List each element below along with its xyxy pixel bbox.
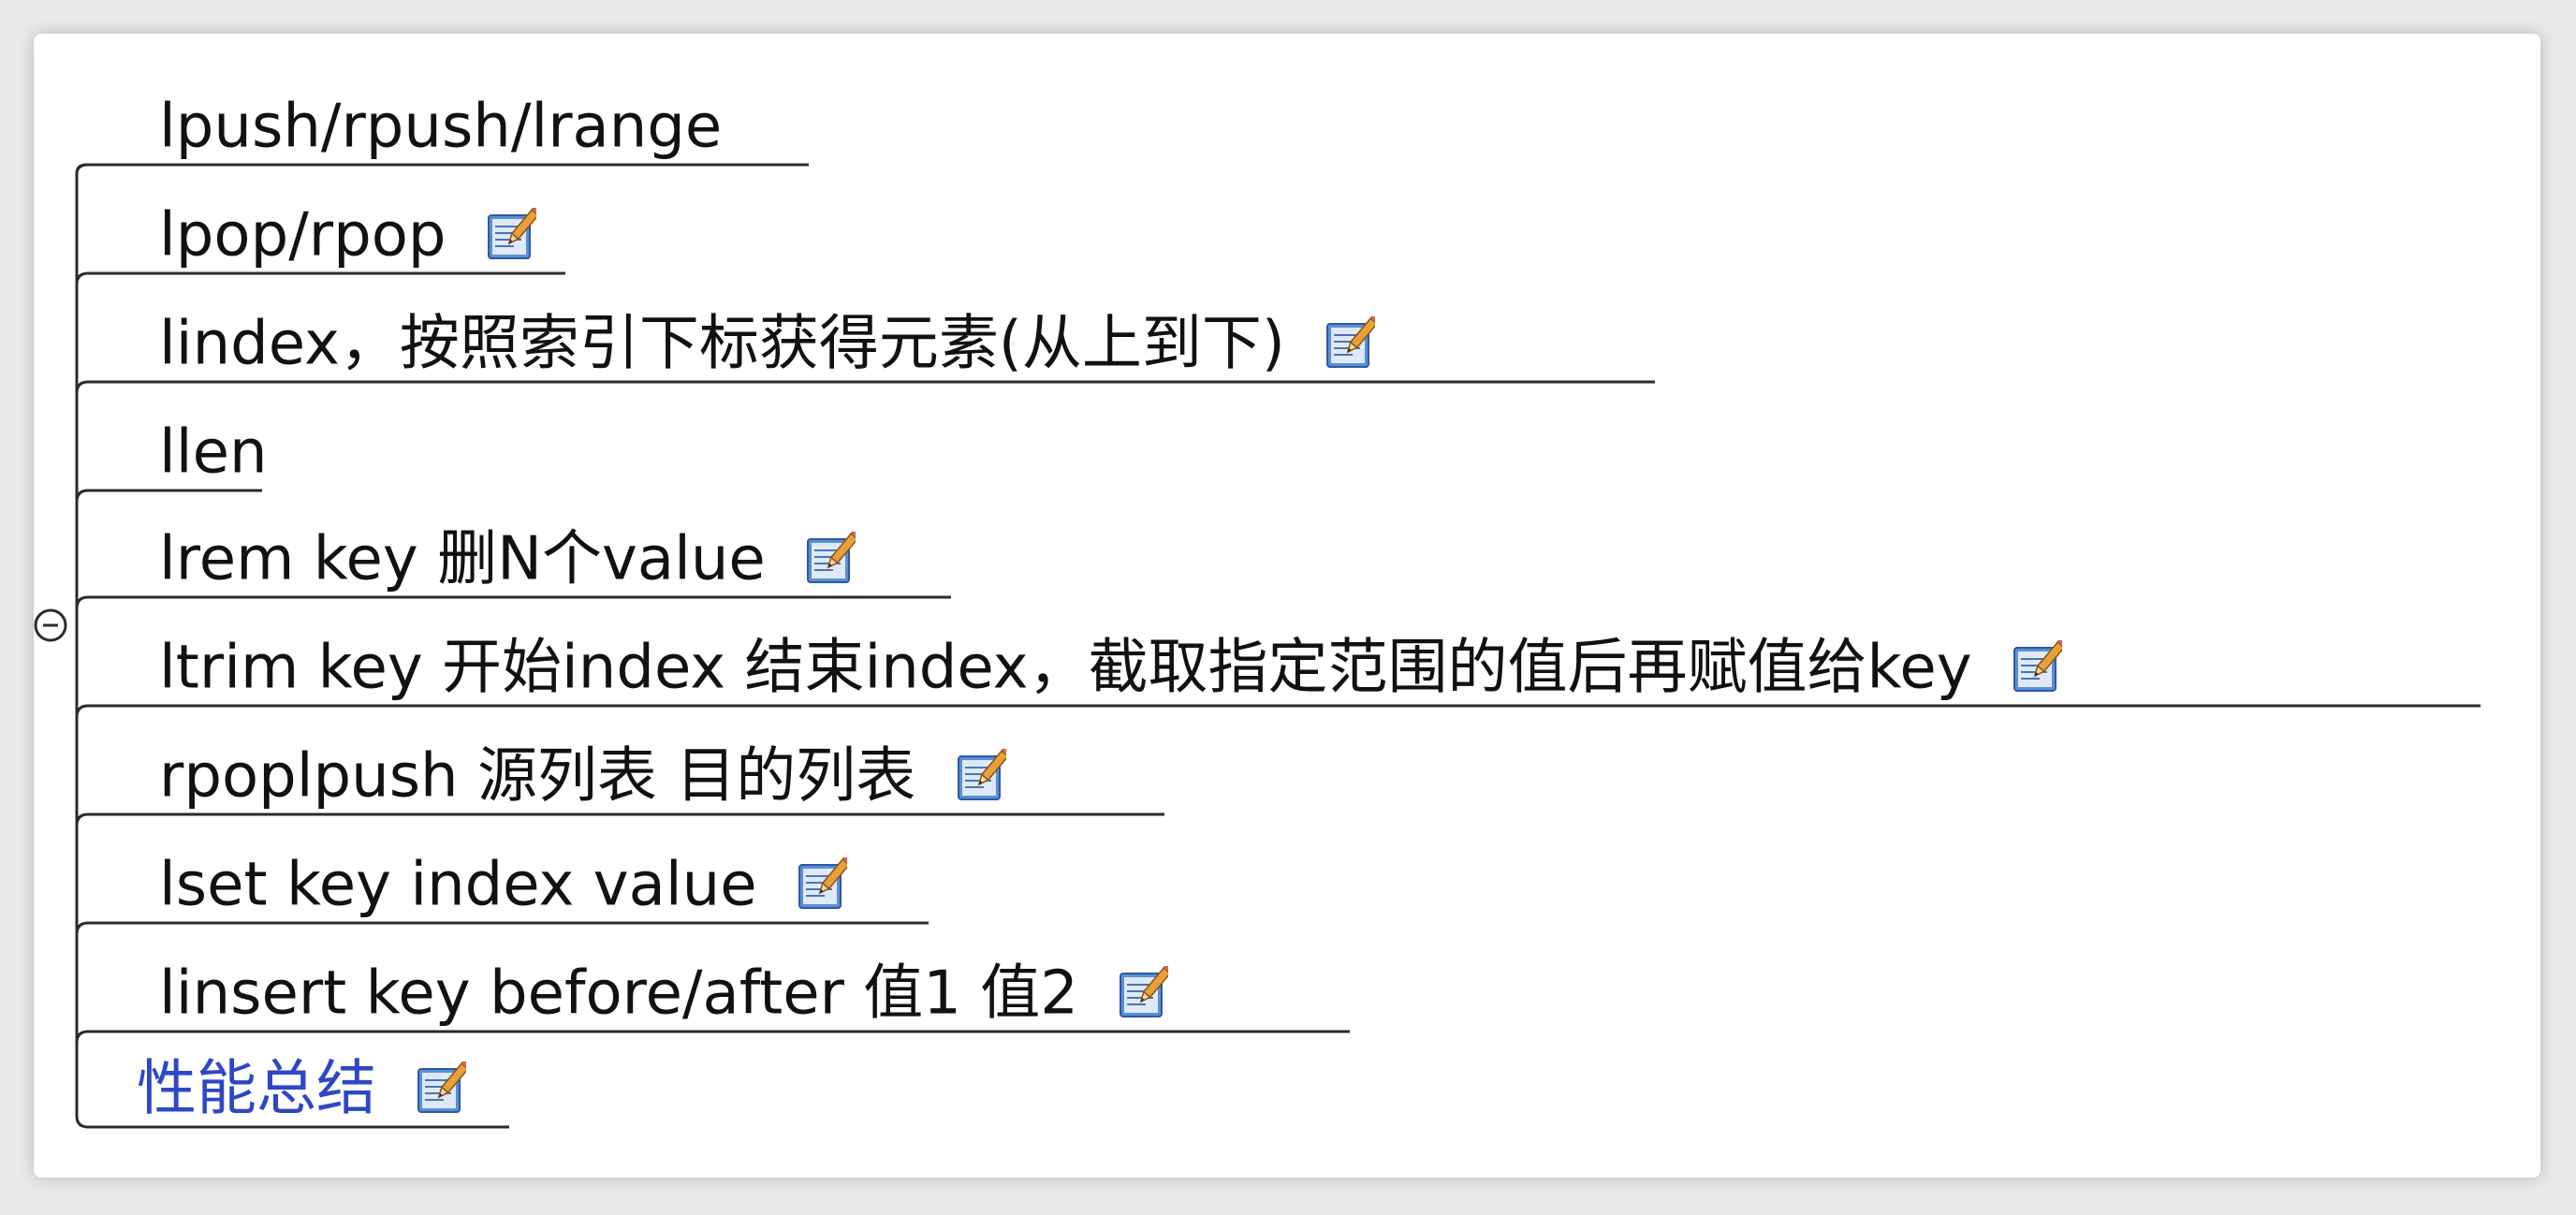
- branch-label: lpush/rpush/lrange: [159, 92, 723, 162]
- branch-node-linsert[interactable]: linsert key before/after 值1 值2: [159, 953, 1169, 1029]
- branch-label: linsert key before/after 值1 值2: [159, 959, 1079, 1029]
- branch-node-lrem[interactable]: lrem key 删N个value: [159, 519, 856, 593]
- note-pencil-icon[interactable]: [797, 857, 847, 912]
- branch-label: lindex，按照索引下标获得元素(从上到下): [159, 309, 1285, 379]
- note-pencil-icon[interactable]: [805, 532, 856, 586]
- branch-underline-6: [75, 704, 2481, 718]
- branch-underline-9: [75, 1030, 1350, 1044]
- branch-underline-2: [75, 271, 565, 285]
- note-pencil-icon[interactable]: [956, 749, 1006, 803]
- spine-line: [75, 163, 89, 1129]
- note-pencil-icon[interactable]: [486, 208, 536, 262]
- branch-node-performance-summary[interactable]: 性能总结: [137, 1048, 467, 1124]
- note-pencil-icon[interactable]: [2012, 640, 2062, 695]
- branch-underline-8: [75, 921, 929, 935]
- branch-label: lset key index value: [159, 850, 757, 920]
- branch-label: ltrim key 开始index 结束index，截取指定范围的值后再赋值给k…: [159, 633, 1972, 703]
- note-pencil-icon[interactable]: [1118, 966, 1169, 1020]
- branch-label: rpoplpush 源列表 目的列表: [159, 741, 916, 812]
- mindmap-canvas: lpush/rpush/lrange lpop/rpop lindex，按照索引…: [34, 34, 2540, 1178]
- branch-underline-7: [75, 812, 1164, 827]
- branch-node-lpush-rpush-lrange[interactable]: lpush/rpush/lrange: [159, 86, 722, 161]
- branch-underline-5: [75, 595, 951, 609]
- branch-node-rpoplpush[interactable]: rpoplpush 源列表 目的列表: [159, 736, 1006, 811]
- note-pencil-icon[interactable]: [416, 1061, 467, 1116]
- branch-label: llen: [159, 417, 268, 488]
- branch-label: 性能总结: [137, 1054, 376, 1124]
- branch-node-lset[interactable]: lset key index value: [159, 844, 847, 919]
- branch-node-lpop-rpop[interactable]: lpop/rpop: [159, 195, 536, 270]
- note-pencil-icon[interactable]: [1325, 316, 1376, 371]
- branch-node-llen[interactable]: llen: [159, 412, 268, 487]
- branch-underline-3: [75, 380, 1655, 394]
- branch-node-ltrim[interactable]: ltrim key 开始index 结束index，截取指定范围的值后再赋值给k…: [159, 627, 2062, 702]
- branch-node-lindex[interactable]: lindex，按照索引下标获得元素(从上到下): [159, 303, 1376, 379]
- branch-underline-1: [75, 163, 809, 175]
- collapse-minus-icon[interactable]: [34, 608, 67, 642]
- branch-underline-4: [75, 489, 262, 503]
- branch-label: lrem key 删N个value: [159, 524, 766, 594]
- branch-label: lpop/rpop: [159, 200, 446, 271]
